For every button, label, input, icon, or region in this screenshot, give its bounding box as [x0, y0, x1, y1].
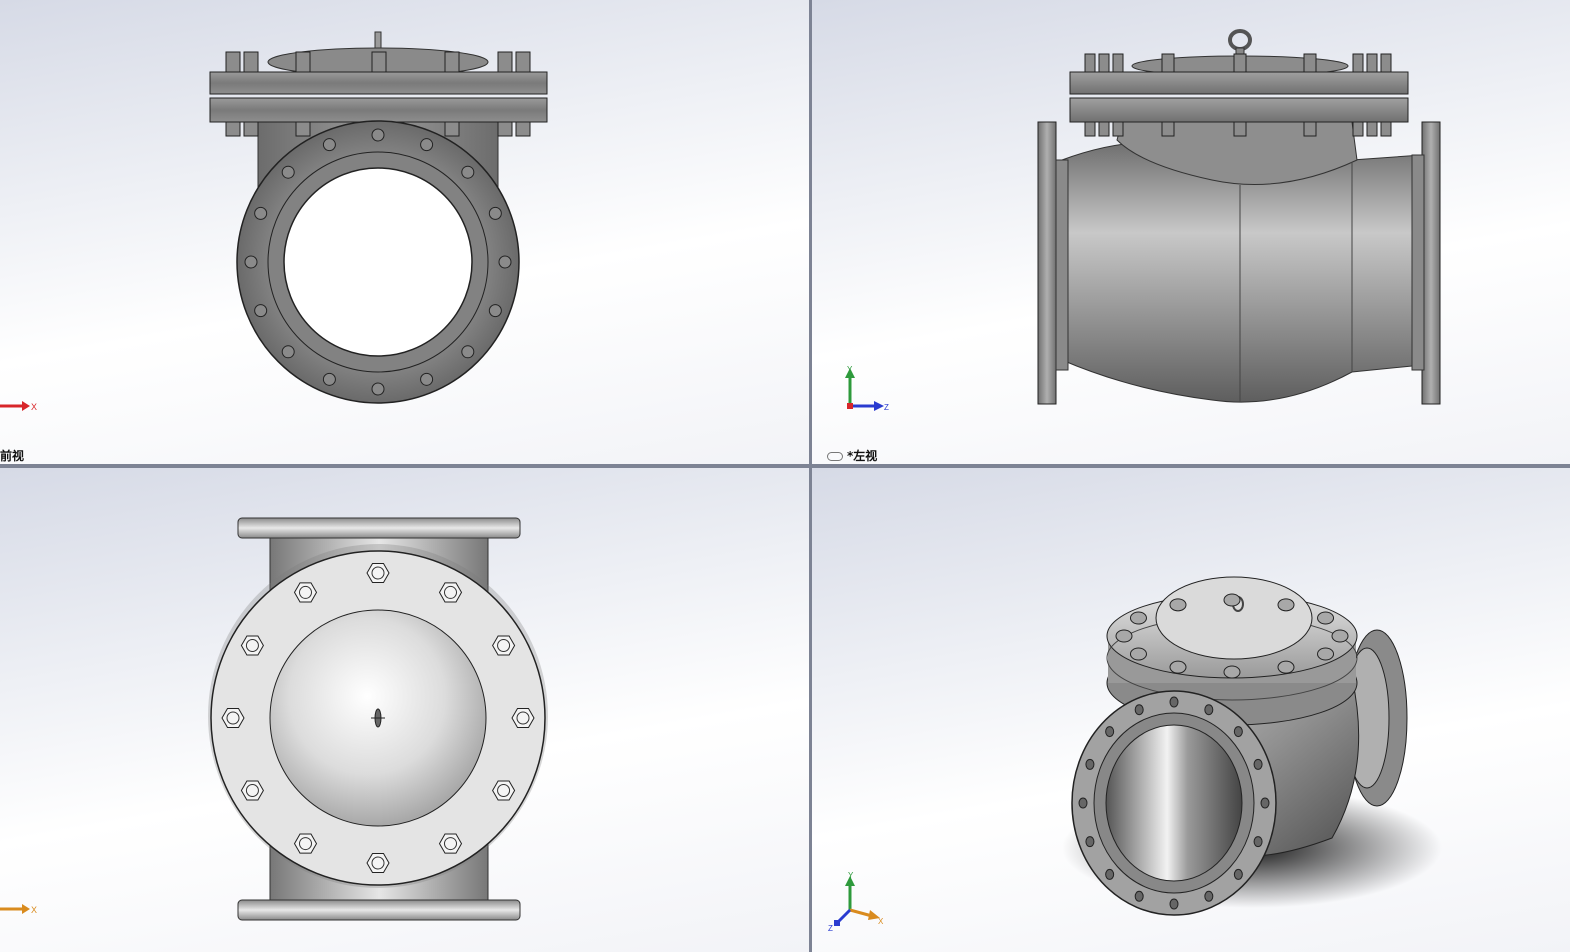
top-view-valve-model: [208, 517, 548, 921]
cover-bolt: [1223, 665, 1241, 679]
bolt-hole: [1105, 868, 1115, 880]
hex-bolt: [293, 833, 318, 854]
cover-bolt: [1223, 593, 1241, 607]
isometric-view-valve-model: [1062, 576, 1442, 916]
bolt-hole: [488, 206, 502, 220]
bolt-hole: [461, 165, 475, 179]
hex-bolt: [366, 563, 390, 583]
viewport-label-left-text: *左视: [847, 449, 878, 463]
cover-bolt: [1169, 660, 1187, 674]
left-viewport[interactable]: Y Z *左视: [812, 0, 1570, 464]
bolt-hole: [1253, 758, 1263, 770]
bolt-hole: [371, 128, 385, 142]
bolt-hole: [1233, 868, 1243, 880]
hex-bolt: [511, 708, 535, 728]
bolt-hole: [1134, 890, 1144, 902]
top-viewport[interactable]: X: [0, 468, 809, 952]
hex-bolt: [240, 635, 264, 656]
hex-bolt: [438, 582, 463, 603]
triad-x-label: X: [878, 917, 884, 926]
bolt-hole: [322, 372, 336, 386]
triad-z-label: Z: [828, 924, 833, 932]
front-viewport[interactable]: X 前视: [0, 0, 809, 464]
isometric-viewport[interactable]: Y X Z: [812, 468, 1570, 952]
bolt-hole: [1085, 836, 1095, 848]
front-view-valve-model: [209, 31, 548, 404]
bolt-hole: [1078, 797, 1088, 809]
bolt-hole: [1169, 696, 1179, 708]
link-views-icon[interactable]: [827, 452, 843, 461]
triad-x-label: X: [31, 402, 37, 412]
bolt-hole: [498, 255, 512, 269]
cover-bolt: [1331, 629, 1349, 643]
bolt-hole: [371, 382, 385, 396]
hex-bolt: [366, 853, 390, 873]
bolt-hole: [1204, 890, 1214, 902]
bolt-hole: [254, 206, 268, 220]
bolt-hole: [244, 255, 258, 269]
viewport-divider-vertical[interactable]: [809, 0, 812, 952]
triad-y-label: Y: [847, 365, 853, 374]
coordinate-triad: X: [0, 904, 37, 915]
hex-bolt: [240, 780, 264, 801]
bolt-hole: [281, 345, 295, 359]
bolt-hole: [1253, 836, 1263, 848]
coordinate-triad: Y Z: [845, 365, 889, 412]
bolt-hole: [488, 304, 502, 318]
cover-bolt: [1317, 647, 1335, 661]
bolt-hole: [322, 138, 336, 152]
hex-bolt: [492, 780, 516, 801]
cover-bolt: [1277, 660, 1295, 674]
coordinate-triad: Y X Z: [828, 872, 884, 932]
cover-bolt: [1317, 611, 1335, 625]
bolt-hole: [1169, 898, 1179, 910]
cover-bolt: [1129, 647, 1147, 661]
bolt-hole: [281, 165, 295, 179]
triad-z-label: Z: [884, 403, 889, 412]
bolt-hole: [254, 304, 268, 318]
bolt-hole: [420, 372, 434, 386]
hex-bolt: [221, 708, 245, 728]
bolt-hole: [1085, 758, 1095, 770]
triad-y-label: Y: [848, 872, 854, 880]
bolt-hole: [461, 345, 475, 359]
viewport-label-left: *左视: [827, 447, 877, 464]
bolt-hole: [1260, 797, 1270, 809]
triad-x-label: X: [31, 905, 37, 915]
hex-bolt: [293, 582, 318, 603]
cover-bolt: [1115, 629, 1133, 643]
bolt-hole: [1134, 704, 1144, 716]
cover-bolt: [1169, 598, 1187, 612]
left-view-valve-model: [1037, 29, 1441, 405]
cover-bolt: [1129, 611, 1147, 625]
viewport-label-front: 前视: [0, 449, 25, 463]
viewport-divider-horizontal[interactable]: [0, 464, 1570, 468]
hex-bolt: [438, 833, 463, 854]
bolt-hole: [1105, 726, 1115, 738]
bolt-hole: [1204, 704, 1214, 716]
bolt-hole: [1233, 726, 1243, 738]
coordinate-triad: X: [0, 401, 37, 412]
bolt-hole: [420, 138, 434, 152]
cover-bolt: [1277, 598, 1295, 612]
hex-bolt: [492, 635, 516, 656]
